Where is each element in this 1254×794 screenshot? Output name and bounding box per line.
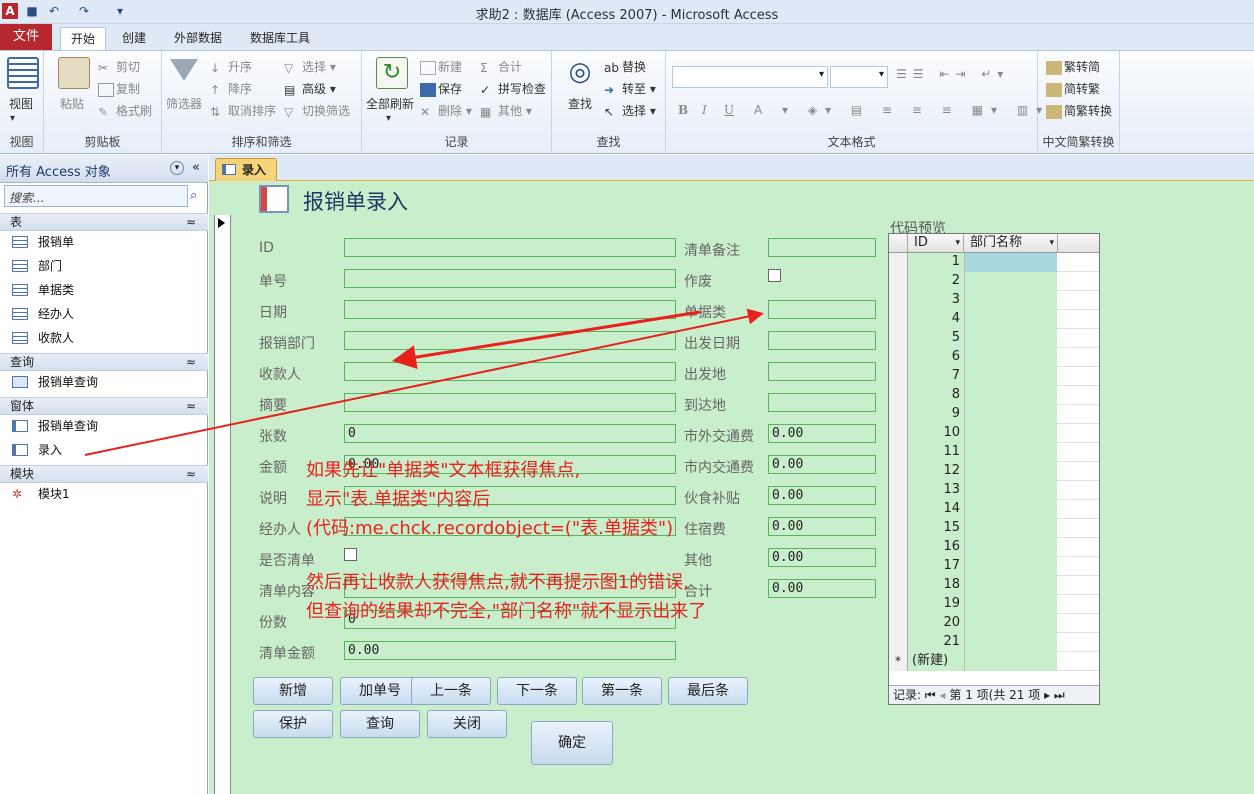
- annotation-line-3: (代码:me.chck.recordobject=("表.单据类"): [306, 518, 674, 539]
- arrow-to-doc-type: [84, 308, 764, 456]
- annotation-line-5: 但查询的结果却不完全,"部门名称"就不显示出来了: [306, 601, 707, 622]
- annotation-line-1: 如果先让"单据类"文本框获得焦点,: [306, 460, 581, 481]
- annotation-line-4: 然后再让收款人获得焦点,就不再提示图1的错误,: [306, 572, 689, 593]
- annotation-arrows: [84, 308, 764, 456]
- annotation-line-2: 显示"表.单据类"内容后: [306, 489, 491, 510]
